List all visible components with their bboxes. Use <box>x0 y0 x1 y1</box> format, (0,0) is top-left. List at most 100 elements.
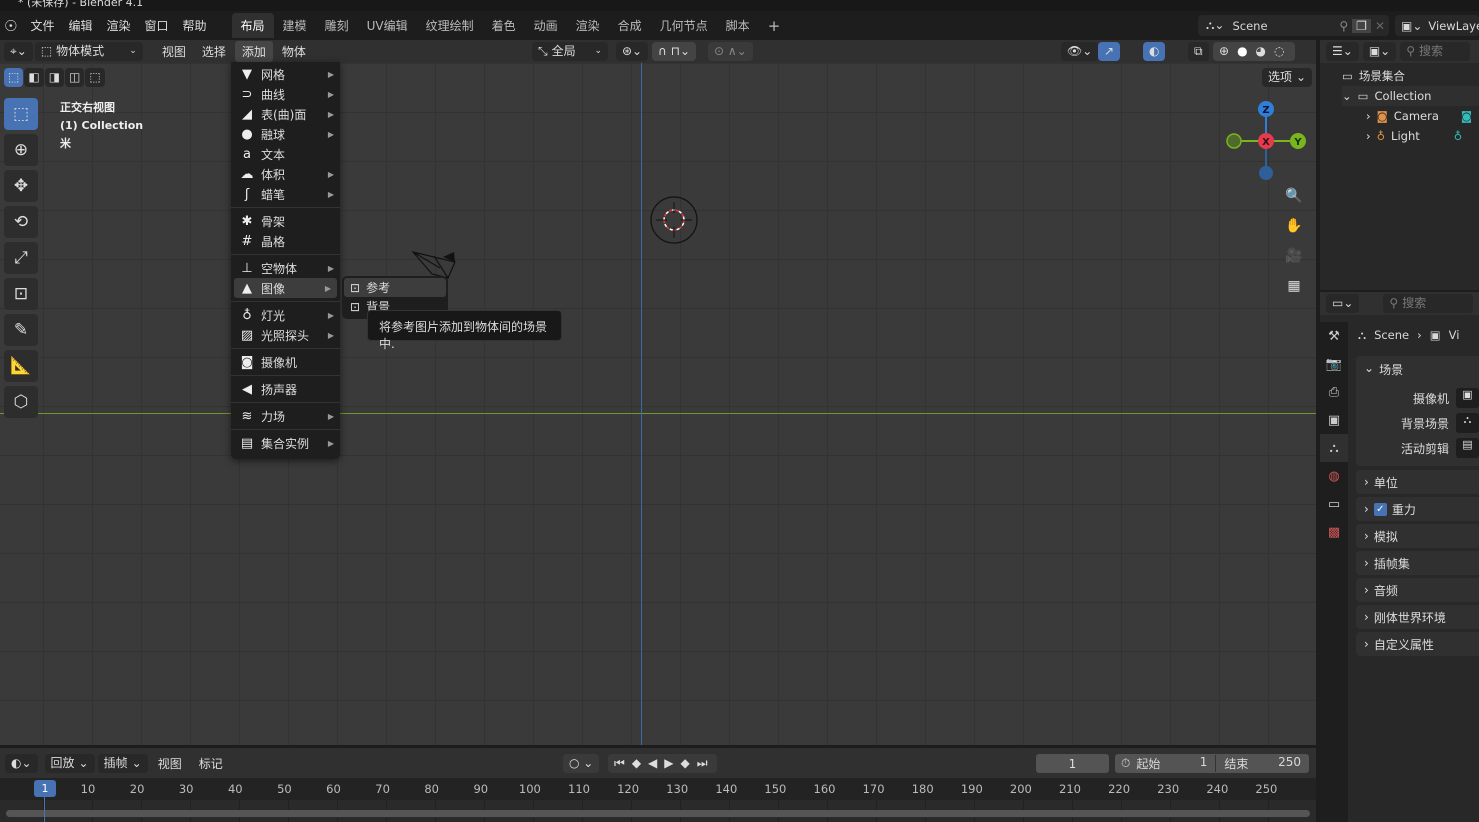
gizmo-toggle[interactable]: ↗ <box>1098 42 1121 61</box>
play-reverse-icon[interactable]: ◀ <box>648 756 660 771</box>
menu-add[interactable]: 添加 <box>234 41 273 62</box>
visibility-button[interactable]: 👁⌄ <box>1061 42 1099 61</box>
top-menu-item[interactable]: 文件 <box>23 17 61 34</box>
keying-menu[interactable]: 插帧 ⌄ <box>97 753 148 773</box>
expand-icon[interactable]: › <box>1364 502 1369 516</box>
pan-hand-icon[interactable]: ✋ <box>1281 213 1307 239</box>
menu-select[interactable]: 选择 <box>195 41 233 62</box>
menu-item[interactable]: ▤ 集合实例 ▶ <box>231 433 340 453</box>
menu-item[interactable]: ♁ 灯光 ▶ <box>231 305 340 325</box>
menu-view[interactable]: 视图 <box>155 41 193 62</box>
select-invert-icon[interactable]: ◫ <box>65 68 85 87</box>
overlay-toggle[interactable]: ◐ <box>1143 42 1166 61</box>
cursor-tool[interactable]: ⊕ <box>4 134 38 166</box>
menu-item[interactable]: ● 融球 ▶ <box>231 124 340 144</box>
properties-editor-type[interactable]: ▭⌄ <box>1326 294 1360 313</box>
top-menu-item[interactable]: 窗口 <box>138 17 176 34</box>
jump-start-icon[interactable]: ⏮ <box>614 756 628 771</box>
outliner-collection[interactable]: ⌄ ▭ Collection <box>1342 86 1479 106</box>
camera-field[interactable]: ▣ <box>1456 388 1479 408</box>
menu-item[interactable]: ☁ 体积 ▶ <box>231 164 340 184</box>
outliner-display-mode[interactable]: ☰⌄ <box>1326 42 1359 61</box>
new-scene-icon[interactable]: ❐ <box>1352 18 1371 33</box>
auto-key-button[interactable]: ○ ⌄ <box>563 754 600 773</box>
properties-panel[interactable]: › 单位 <box>1356 470 1479 494</box>
material-icon[interactable]: ◕ <box>1256 44 1270 59</box>
select-extend-icon[interactable]: ◧ <box>24 68 44 87</box>
rotate-tool[interactable]: ⟲ <box>4 206 38 238</box>
menu-item[interactable]: ◀ 扬声器 <box>231 379 340 399</box>
scale-tool[interactable]: ⤢ <box>4 242 38 274</box>
properties-panel[interactable]: › 自定义属性 <box>1356 632 1479 656</box>
expand-icon[interactable]: › <box>1364 637 1369 651</box>
top-menu-item[interactable]: 渲染 <box>99 17 137 34</box>
properties-search[interactable]: ⚲ 搜索 <box>1383 294 1474 313</box>
outliner-camera[interactable]: › ◙ Camera ◙ <box>1366 106 1472 126</box>
properties-panel[interactable]: › ✓ 重力 <box>1356 497 1479 521</box>
expand-icon[interactable]: › <box>1364 475 1369 489</box>
start-frame-field[interactable]: 起始 1 <box>1136 755 1217 772</box>
gravity-checkbox[interactable]: ✓ <box>1373 502 1387 516</box>
timeline-scrollbar[interactable] <box>6 810 1310 817</box>
tool-tab-icon[interactable]: ⚒ <box>1320 322 1348 350</box>
add-workspace-button[interactable]: + <box>759 13 790 39</box>
workspace-tab[interactable]: 脚本 <box>717 13 759 38</box>
menu-item[interactable]: ◙ 摄像机 <box>231 352 340 372</box>
light-data-icon[interactable]: ♁ <box>1454 129 1462 143</box>
view-layer-selector[interactable]: ▣⌄ ViewLayer <box>1395 15 1479 36</box>
transform-orientation-select[interactable]: ⤡ 全局 ⌄ <box>532 42 608 61</box>
properties-panel[interactable]: › 模拟 <box>1356 524 1479 548</box>
menu-item[interactable]: ʃ 蜡笔 ▶ <box>231 184 340 204</box>
menu-item[interactable]: ✱ 骨架 <box>231 211 340 231</box>
expand-icon[interactable]: › <box>1364 529 1369 543</box>
menu-item[interactable]: ⊃ 曲线 ▶ <box>231 84 340 104</box>
frame-ruler[interactable]: 10 20 30 40 50 60 70 80 90 100 110 120 130 140 150 160 1… <box>0 778 1316 800</box>
end-frame-field[interactable]: 结束 250 <box>1216 755 1309 772</box>
solid-icon[interactable]: ● <box>1237 44 1251 59</box>
next-key-icon[interactable]: ◆ <box>681 756 693 771</box>
close-icon[interactable]: ✕ <box>1371 19 1389 33</box>
workspace-tab[interactable]: 着色 <box>483 13 525 38</box>
workspace-tab[interactable]: 布局 <box>231 13 274 38</box>
scene-tab-icon[interactable]: ⛬ <box>1320 434 1348 462</box>
menu-item-reference[interactable]: ⊡ 参考 <box>344 278 446 297</box>
expand-icon[interactable]: › <box>1364 610 1369 624</box>
active-clip-field[interactable]: ▤ <box>1456 438 1479 458</box>
properties-panel[interactable]: › 插帧集 <box>1356 551 1479 575</box>
snap-button[interactable]: ∩ ⊓⌄ <box>652 42 697 61</box>
workspace-tab[interactable]: 渲染 <box>567 13 609 38</box>
menu-item[interactable]: ◢ 表(曲)面 ▶ <box>231 104 340 124</box>
current-frame-field[interactable]: 1 <box>1036 754 1109 773</box>
collapse-icon[interactable]: ⌄ <box>1364 361 1374 375</box>
top-menu-item[interactable]: 编辑 <box>61 17 99 34</box>
select-subtract-icon[interactable]: ◨ <box>44 68 65 87</box>
camera-view-icon[interactable]: 🎥 <box>1281 243 1307 269</box>
pin-icon[interactable]: ⚲ <box>1339 19 1348 33</box>
3d-viewport[interactable] <box>0 63 1316 745</box>
mode-selector[interactable]: ⬚ 物体模式 ⌄ <box>34 42 143 61</box>
proportional-edit-button[interactable]: ⊙ ∧⌄ <box>708 42 753 61</box>
workspace-tab[interactable]: 建模 <box>274 13 316 38</box>
add-cube-tool[interactable]: ⬡ <box>4 386 38 418</box>
timeline-view-menu[interactable]: 视图 <box>151 753 189 774</box>
menu-item[interactable]: ▼ 网格 ▶ <box>231 64 340 84</box>
expand-icon[interactable]: ⌄ <box>1342 89 1352 103</box>
blender-logo-icon[interactable]: ☉ <box>0 17 23 35</box>
properties-panel[interactable]: › 刚体世界环境 <box>1356 605 1479 629</box>
scene-name[interactable]: Scene <box>1232 19 1339 33</box>
scene-panel-header[interactable]: 场景 <box>1379 361 1403 378</box>
texture-tab-icon[interactable]: ▩ <box>1320 518 1348 546</box>
pivot-button[interactable]: ⊛⌄ <box>616 42 649 61</box>
top-menu-item[interactable]: 帮助 <box>176 17 214 34</box>
view-layer-name[interactable]: ViewLayer <box>1428 19 1479 33</box>
menu-object[interactable]: 物体 <box>275 41 313 62</box>
zoom-icon[interactable]: 🔍 <box>1281 183 1307 209</box>
workspace-tab[interactable]: UV编辑 <box>358 13 417 38</box>
shading-buttons[interactable]: ⊕ ● ◕ ◌ <box>1213 42 1295 61</box>
playback-controls[interactable]: ⏮ ◆ ◀ ▶ ◆ ⏭ <box>608 754 717 773</box>
select-new-icon[interactable]: ⬚ <box>4 68 24 87</box>
navigation-gizmo[interactable]: Z Y X <box>1225 100 1310 185</box>
wireframe-icon[interactable]: ⊕ <box>1219 44 1233 59</box>
outliner-filter[interactable]: ▣⌄ <box>1362 42 1397 61</box>
editor-type-button[interactable]: ⌖⌄ <box>4 42 33 61</box>
